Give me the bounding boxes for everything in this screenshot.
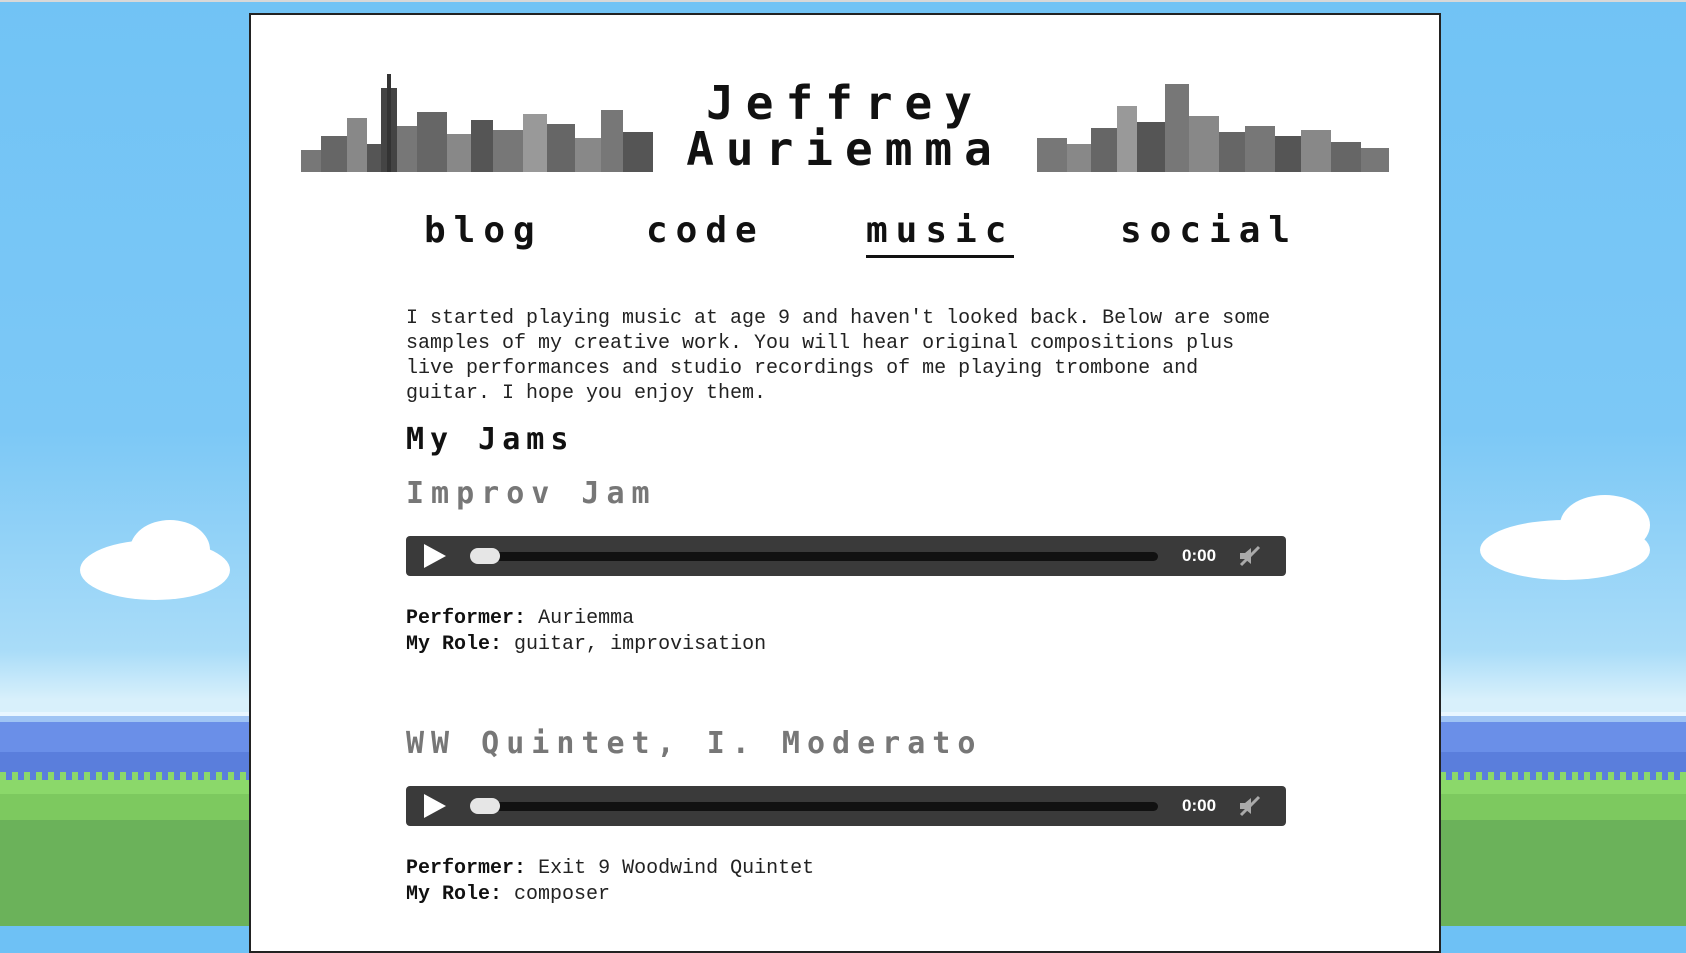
performer-value: Auriemma — [538, 607, 635, 630]
role-value: composer — [514, 883, 611, 906]
performer-label: Performer — [406, 857, 515, 880]
cloud — [130, 520, 210, 580]
role-label: My Role — [406, 633, 491, 656]
role-value: guitar, improvisation — [514, 633, 767, 656]
audio-player: 0:00 — [406, 536, 1286, 576]
skyline-image-left — [301, 60, 653, 172]
time-display: 0:00 — [1182, 796, 1217, 815]
volume-muted-icon[interactable] — [1238, 795, 1262, 817]
play-icon[interactable] — [424, 794, 446, 818]
performer-label: Performer — [406, 607, 515, 630]
nav-link-social[interactable]: social — [1120, 210, 1298, 255]
role-label: My Role — [406, 883, 491, 906]
nav-link-code[interactable]: code — [646, 210, 765, 255]
seek-bar[interactable] — [470, 552, 1158, 561]
seek-handle[interactable] — [470, 548, 500, 564]
track-title: Improv Jam — [406, 476, 657, 511]
play-icon[interactable] — [424, 544, 446, 568]
nav-link-music[interactable]: music — [866, 210, 1015, 258]
seek-bar[interactable] — [470, 802, 1158, 811]
audio-player: 0:00 — [406, 786, 1286, 826]
intro-paragraph: I started playing music at age 9 and hav… — [406, 307, 1271, 405]
main-content: I started playing music at age 9 and hav… — [406, 306, 1286, 906]
section-title: My Jams — [406, 422, 575, 457]
site-title: Jeffrey Auriemma — [653, 80, 1037, 172]
seek-handle[interactable] — [470, 798, 500, 814]
header-banner: Jeffrey Auriemma — [301, 60, 1391, 172]
main-nav: blog code music social — [420, 210, 1320, 260]
site-title-line1: Jeffrey — [706, 76, 984, 130]
track-details: Performer: Auriemma My Role: guitar, imp… — [406, 607, 767, 656]
site-title-line2: Auriemma — [686, 122, 1004, 176]
performer-value: Exit 9 Woodwind Quintet — [538, 857, 815, 880]
nav-link-blog[interactable]: blog — [424, 210, 543, 255]
track-details: Performer: Exit 9 Woodwind Quintet My Ro… — [406, 857, 815, 906]
time-display: 0:00 — [1182, 546, 1217, 565]
skyline-image-right — [1037, 60, 1389, 172]
cloud — [1560, 495, 1650, 555]
volume-muted-icon[interactable] — [1238, 545, 1262, 567]
track-title: WW Quintet, I. Moderato — [406, 726, 983, 761]
